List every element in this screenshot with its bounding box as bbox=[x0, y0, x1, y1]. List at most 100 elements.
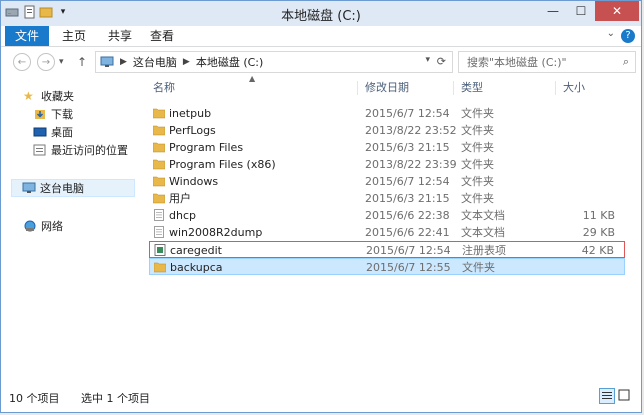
file-type: 文件夹 bbox=[461, 141, 494, 154]
search-icon[interactable]: ⌕ bbox=[623, 55, 629, 69]
file-date: 2015/6/3 21:15 bbox=[365, 192, 450, 205]
network-icon bbox=[24, 220, 36, 232]
file-row[interactable]: dhcp 2015/6/6 22:38 文本文档 11 KB bbox=[149, 207, 625, 224]
file-row[interactable]: PerfLogs 2013/8/22 23:52 文件夹 bbox=[149, 122, 625, 139]
file-name: win2008R2dump bbox=[169, 226, 263, 239]
folder-icon bbox=[153, 142, 165, 153]
sort-ascending-icon: ▲ bbox=[249, 74, 256, 83]
minimize-button[interactable]: — bbox=[539, 1, 567, 21]
sidebar-item-label: 收藏夹 bbox=[41, 90, 74, 103]
breadcrumb-this-pc[interactable]: 这台电脑 bbox=[133, 54, 177, 70]
column-header-date[interactable]: 修改日期 bbox=[365, 79, 409, 97]
sidebar-item-desktop[interactable]: 桌面 bbox=[33, 123, 73, 141]
close-button[interactable]: ✕ bbox=[595, 1, 639, 21]
breadcrumb-separator-icon: ▶ bbox=[182, 57, 190, 67]
address-bar[interactable]: ▶ 这台电脑 ▶ 本地磁盘 (C:) ▾ ⟳ bbox=[95, 51, 453, 73]
large-icons-view-button[interactable] bbox=[617, 388, 633, 404]
file-name: Windows bbox=[169, 175, 219, 188]
file-name: 用户 bbox=[169, 192, 191, 205]
ribbon-tabs: 文件 主页 共享 查看 ⌄ ? bbox=[1, 26, 641, 47]
column-divider[interactable] bbox=[453, 81, 454, 95]
file-size: 29 KB bbox=[582, 226, 615, 239]
address-dropdown-icon[interactable]: ▾ bbox=[425, 55, 430, 65]
status-bar: 10 个项目 选中 1 个项目 bbox=[1, 384, 641, 412]
recent-locations-icon[interactable]: ▾ bbox=[59, 57, 64, 67]
file-date: 2015/6/6 22:38 bbox=[365, 209, 450, 222]
sidebar-item-label: 网络 bbox=[41, 220, 63, 233]
column-divider[interactable] bbox=[357, 81, 358, 95]
close-icon: ✕ bbox=[611, 4, 623, 18]
forward-arrow-icon: → bbox=[41, 56, 51, 68]
sidebar-item-recent-places[interactable]: 最近访问的位置 bbox=[33, 141, 128, 159]
sidebar-item-label: 下载 bbox=[51, 108, 73, 121]
tab-file[interactable]: 文件 bbox=[5, 26, 49, 46]
navigation-pane: ★ 收藏夹 下载 桌面 最近访问的位置 这台电脑 网络 bbox=[1, 79, 135, 379]
expand-ribbon-icon[interactable]: ⌄ bbox=[607, 28, 615, 39]
folder-icon bbox=[153, 108, 165, 119]
minimize-icon: — bbox=[547, 4, 559, 18]
file-name: dhcp bbox=[169, 209, 196, 222]
sidebar-item-this-pc[interactable]: 这台电脑 bbox=[11, 179, 135, 197]
file-row[interactable]: Program Files (x86) 2013/8/22 23:39 文件夹 bbox=[149, 156, 625, 173]
column-divider[interactable] bbox=[555, 81, 556, 95]
file-row[interactable]: caregedit 2015/6/7 12:54 注册表项 42 KB bbox=[149, 241, 625, 258]
tab-view[interactable]: 查看 bbox=[145, 26, 179, 46]
file-date: 2015/6/7 12:55 bbox=[366, 261, 451, 274]
file-row[interactable]: win2008R2dump 2015/6/6 22:41 文本文档 29 KB bbox=[149, 224, 625, 241]
file-type: 文件夹 bbox=[461, 107, 494, 120]
sidebar-item-label: 桌面 bbox=[51, 126, 73, 139]
file-type: 文本文档 bbox=[461, 209, 505, 222]
file-row[interactable]: backupca 2015/6/7 12:55 文件夹 bbox=[149, 258, 625, 275]
file-row[interactable]: Windows 2015/6/7 12:54 文件夹 bbox=[149, 173, 625, 190]
folder-icon bbox=[153, 125, 165, 136]
maximize-button[interactable]: ☐ bbox=[567, 1, 595, 21]
folder-icon bbox=[153, 193, 165, 204]
column-header-size[interactable]: 大小 bbox=[563, 79, 585, 97]
column-header-type[interactable]: 类型 bbox=[461, 79, 483, 97]
details-view-button[interactable] bbox=[599, 388, 615, 404]
column-header-name[interactable]: 名称 bbox=[153, 79, 175, 97]
forward-button[interactable]: → bbox=[37, 53, 55, 71]
sidebar-item-favorites[interactable]: ★ 收藏夹 bbox=[23, 87, 74, 105]
up-button[interactable]: ↑ bbox=[73, 53, 91, 71]
item-count: 10 个项目 bbox=[9, 392, 60, 405]
search-box[interactable]: ⌕ bbox=[458, 51, 636, 73]
tab-home[interactable]: 主页 bbox=[57, 26, 91, 46]
file-list: ▲ 名称 修改日期 类型 大小 inetpub 2015/6/7 12:54 文件夹… bbox=[143, 74, 633, 379]
back-button[interactable]: ← bbox=[13, 53, 31, 71]
file-date: 2013/8/22 23:52 bbox=[365, 124, 457, 137]
folder-icon bbox=[153, 159, 165, 170]
file-name: PerfLogs bbox=[169, 124, 216, 137]
file-date: 2015/6/6 22:41 bbox=[365, 226, 450, 239]
file-date: 2015/6/7 12:54 bbox=[366, 244, 451, 257]
maximize-icon: ☐ bbox=[575, 4, 587, 18]
file-name: inetpub bbox=[169, 107, 212, 120]
file-row[interactable]: Program Files 2015/6/3 21:15 文件夹 bbox=[149, 139, 625, 156]
sidebar-item-label: 这台电脑 bbox=[40, 182, 84, 195]
file-type: 文件夹 bbox=[461, 124, 494, 137]
folder-icon bbox=[154, 262, 166, 273]
file-row[interactable]: inetpub 2015/6/7 12:54 文件夹 bbox=[149, 105, 625, 122]
file-date: 2015/6/3 21:15 bbox=[365, 141, 450, 154]
tab-share[interactable]: 共享 bbox=[103, 26, 137, 46]
breadcrumb-local-disk[interactable]: 本地磁盘 (C:) bbox=[196, 54, 263, 70]
file-date: 2015/6/7 12:54 bbox=[365, 175, 450, 188]
selection-count: 选中 1 个项目 bbox=[81, 392, 150, 405]
details-view-icon bbox=[602, 392, 612, 399]
refresh-icon[interactable]: ⟳ bbox=[437, 55, 446, 68]
window-controls: — ☐ ✕ bbox=[539, 1, 639, 21]
file-type: 文件夹 bbox=[461, 175, 494, 188]
file-date: 2013/8/22 23:39 bbox=[365, 158, 457, 171]
file-name: backupca bbox=[170, 261, 223, 274]
help-icon[interactable]: ? bbox=[621, 29, 635, 43]
sidebar-item-network[interactable]: 网络 bbox=[23, 217, 63, 235]
back-arrow-icon: ← bbox=[17, 56, 27, 68]
file-row[interactable]: 用户 2015/6/3 21:15 文件夹 bbox=[149, 190, 625, 207]
text-file-icon bbox=[154, 226, 164, 238]
text-file-icon bbox=[154, 209, 164, 221]
download-icon bbox=[35, 110, 45, 119]
registry-file-icon bbox=[154, 244, 166, 256]
search-input[interactable] bbox=[465, 54, 619, 70]
navigation-bar: ← → ▾ ↑ ▶ 这台电脑 ▶ 本地磁盘 (C:) ▾ ⟳ ⌕ bbox=[1, 47, 641, 77]
sidebar-item-downloads[interactable]: 下载 bbox=[33, 105, 73, 123]
